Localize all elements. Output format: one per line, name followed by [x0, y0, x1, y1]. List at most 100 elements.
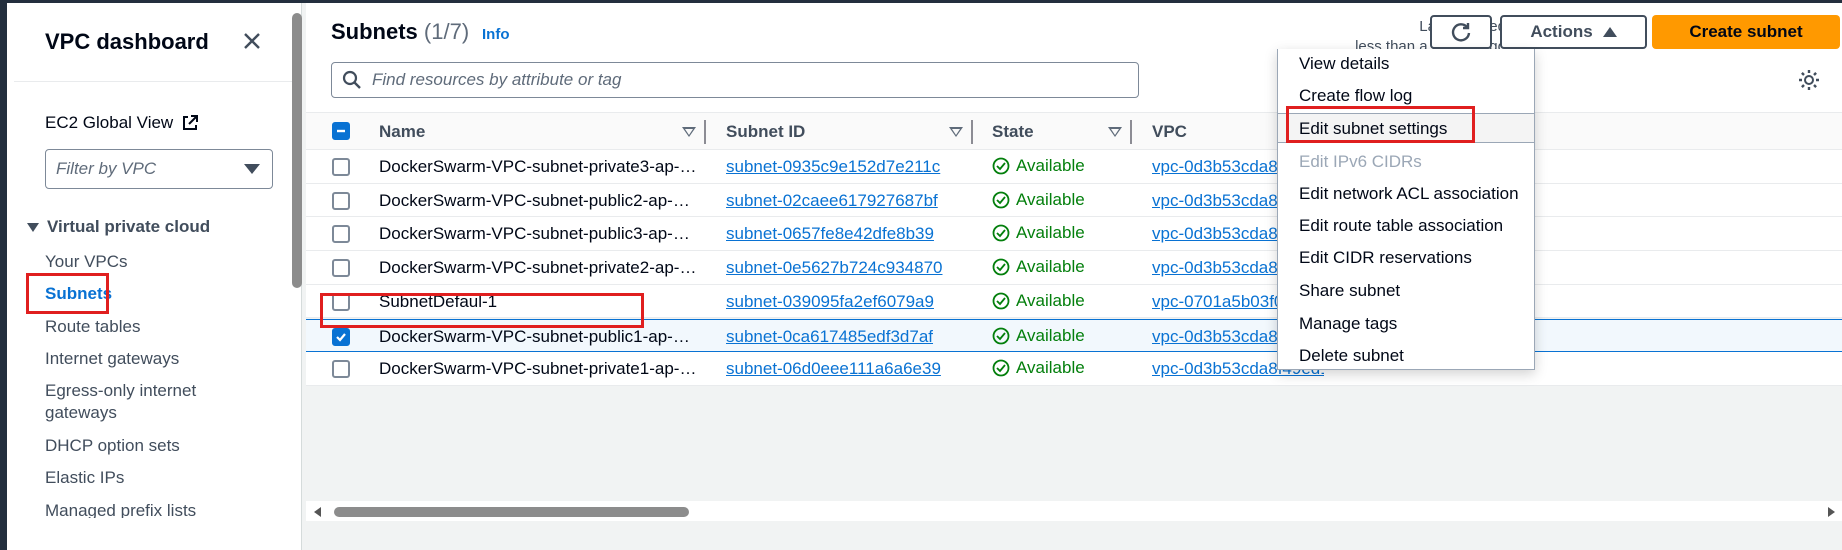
table-row[interactable]: DockerSwarm-VPC-subnet-private2-ap-south… — [306, 251, 1842, 285]
table-row[interactable]: DockerSwarm-VPC-subnet-private1-ap-south… — [306, 352, 1842, 386]
scroll-left-icon[interactable] — [314, 507, 321, 517]
cell-state: Available — [992, 326, 1085, 346]
section-label: Virtual private cloud — [47, 217, 211, 236]
search-placeholder: Find resources by attribute or tag — [372, 70, 622, 89]
caret-down-icon — [27, 222, 39, 232]
row-checkbox[interactable] — [332, 191, 350, 210]
main-content: Subnets (1/7) Info Last updated less tha… — [306, 3, 1842, 550]
create-subnet-button[interactable]: Create subnet — [1652, 15, 1840, 49]
sidebar-item-dhcp-option-sets[interactable]: DHCP option sets — [45, 435, 180, 457]
select-all-checkbox[interactable] — [332, 122, 350, 140]
vpc-filter-placeholder: Filter by VPC — [56, 159, 157, 178]
sidebar-item-your-vpcs[interactable]: Your VPCs — [45, 251, 128, 273]
table-row[interactable]: DockerSwarm-VPC-subnet-public3-ap-south-… — [306, 217, 1842, 252]
cell-subnet-id-link[interactable]: subnet-0e5627b724c934870 — [726, 258, 942, 278]
cell-name: DockerSwarm-VPC-subnet-public1-ap-south-… — [379, 326, 697, 346]
horizontal-scroll-area — [306, 501, 1842, 521]
caret-down-icon — [244, 164, 260, 174]
scroll-right-icon[interactable] — [1828, 507, 1835, 517]
menu-item-delete-subnet[interactable]: Delete subnet — [1278, 341, 1534, 371]
table-row[interactable]: DockerSwarm-VPC-subnet-public2-ap-south-… — [306, 183, 1842, 218]
state-label: Available — [1016, 189, 1085, 209]
cell-state: Available — [992, 190, 1085, 210]
state-label: Available — [1016, 156, 1085, 175]
cell-subnet-id-link[interactable]: subnet-06d0eee111a6a6e39 — [726, 359, 941, 379]
section-virtual-private-cloud[interactable]: Virtual private cloud — [27, 217, 210, 237]
cell-state: Available — [992, 257, 1085, 277]
sidebar-scrollbar[interactable] — [292, 13, 302, 288]
sidebar-item-internet-gateways[interactable]: Internet gateways — [45, 348, 179, 370]
sidebar-divider — [14, 81, 294, 82]
row-checkbox[interactable] — [332, 158, 350, 176]
sort-icon[interactable] — [682, 127, 696, 137]
highlight-box-edit-subnet-settings — [1286, 106, 1475, 143]
page-title: Subnets (1/7) — [331, 19, 469, 45]
cell-subnet-id-link[interactable]: subnet-0ca617485edf3d7af — [726, 327, 933, 347]
status-available-icon — [992, 359, 1010, 377]
cell-name: DockerSwarm-VPC-subnet-private1-ap-south… — [379, 359, 697, 379]
cell-subnet-id-link[interactable]: subnet-0657fe8e42dfe8b39 — [726, 224, 934, 244]
row-checkbox[interactable] — [332, 327, 350, 346]
sidebar-item-elastic-ips[interactable]: Elastic IPs — [45, 467, 124, 489]
state-label: Available — [1016, 257, 1085, 277]
state-label: Available — [1016, 290, 1085, 310]
table-row[interactable]: DockerSwarm-VPC-subnet-private3-ap-south… — [306, 150, 1842, 184]
actions-button[interactable]: Actions — [1500, 15, 1647, 49]
close-icon[interactable] — [239, 29, 265, 55]
row-checkbox[interactable] — [332, 259, 350, 278]
highlight-box-selected-row — [320, 293, 644, 328]
menu-item-view-details[interactable]: View details — [1278, 49, 1534, 79]
menu-item-share-subnet[interactable]: Share subnet — [1278, 276, 1534, 306]
cell-state: Available — [992, 358, 1085, 378]
menu-item-edit-cidr-reservations[interactable]: Edit CIDR reservations — [1278, 243, 1534, 273]
gear-icon[interactable] — [1798, 69, 1820, 91]
external-link-icon — [181, 114, 199, 132]
status-available-icon — [992, 292, 1010, 310]
cell-state: Available — [992, 291, 1085, 311]
menu-item-edit-ipv6-cidrs: Edit IPv6 CIDRs — [1299, 152, 1422, 171]
sidebar-item-route-tables[interactable]: Route tables — [45, 316, 140, 338]
sidebar-title: VPC dashboard — [45, 29, 209, 54]
sort-icon[interactable] — [1108, 127, 1122, 137]
cell-state: Available — [992, 223, 1085, 243]
menu-item-edit-route-table-association[interactable]: Edit route table association — [1278, 211, 1534, 241]
cell-name: DockerSwarm-VPC-subnet-public2-ap-south-… — [379, 190, 697, 210]
column-resizer[interactable] — [1130, 120, 1132, 144]
column-header-state[interactable]: State — [992, 122, 1034, 142]
menu-item-manage-tags[interactable]: Manage tags — [1278, 309, 1534, 339]
status-available-icon — [992, 191, 1010, 209]
sidebar-item-egress-only-internet-gateways[interactable]: Egress-only internet gateways — [45, 380, 245, 424]
sort-icon[interactable] — [949, 127, 963, 137]
sidebar-item-managed-prefix-lists[interactable]: Managed prefix lists — [45, 500, 196, 518]
cell-name: DockerSwarm-VPC-subnet-private2-ap-south… — [379, 258, 697, 278]
cell-name: DockerSwarm-VPC-subnet-public3-ap-south-… — [379, 224, 697, 244]
column-header-subnet-id[interactable]: Subnet ID — [726, 122, 805, 142]
status-available-icon — [992, 157, 1010, 175]
status-available-icon — [992, 258, 1010, 276]
vpc-filter-select[interactable]: Filter by VPC — [45, 149, 273, 189]
search-input[interactable]: Find resources by attribute or tag — [331, 62, 1139, 98]
menu-item-edit-network-acl-association[interactable]: Edit network ACL association — [1278, 179, 1534, 209]
page-title-text: Subnets — [331, 19, 418, 44]
column-header-name[interactable]: Name — [379, 122, 425, 142]
left-border — [0, 0, 7, 550]
column-header-vpc[interactable]: VPC — [1152, 122, 1187, 142]
row-checkbox[interactable] — [332, 360, 350, 379]
caret-up-icon — [1602, 27, 1617, 37]
ec2-global-view-link[interactable]: EC2 Global View — [45, 113, 199, 133]
info-link[interactable]: Info — [482, 26, 510, 43]
horizontal-scrollbar[interactable] — [334, 507, 689, 517]
row-checkbox[interactable] — [332, 225, 350, 244]
cell-state: Available — [992, 156, 1085, 176]
cell-subnet-id-link[interactable]: subnet-039095fa2ef6079a9 — [726, 292, 934, 312]
column-resizer[interactable] — [971, 120, 973, 144]
cell-subnet-id-link[interactable]: subnet-0935c9e152d7e211c — [726, 157, 940, 177]
side-navigation: VPC dashboard EC2 Global View Filter by … — [7, 3, 302, 550]
refresh-button[interactable] — [1430, 15, 1492, 49]
state-label: Available — [1016, 358, 1085, 378]
cell-subnet-id-link[interactable]: subnet-02caee617927687bf — [726, 191, 938, 211]
column-resizer[interactable] — [704, 120, 706, 144]
cell-name: DockerSwarm-VPC-subnet-private3-ap-south… — [379, 157, 697, 176]
selection-count: (1/7) — [423, 19, 470, 44]
search-icon — [342, 70, 361, 89]
